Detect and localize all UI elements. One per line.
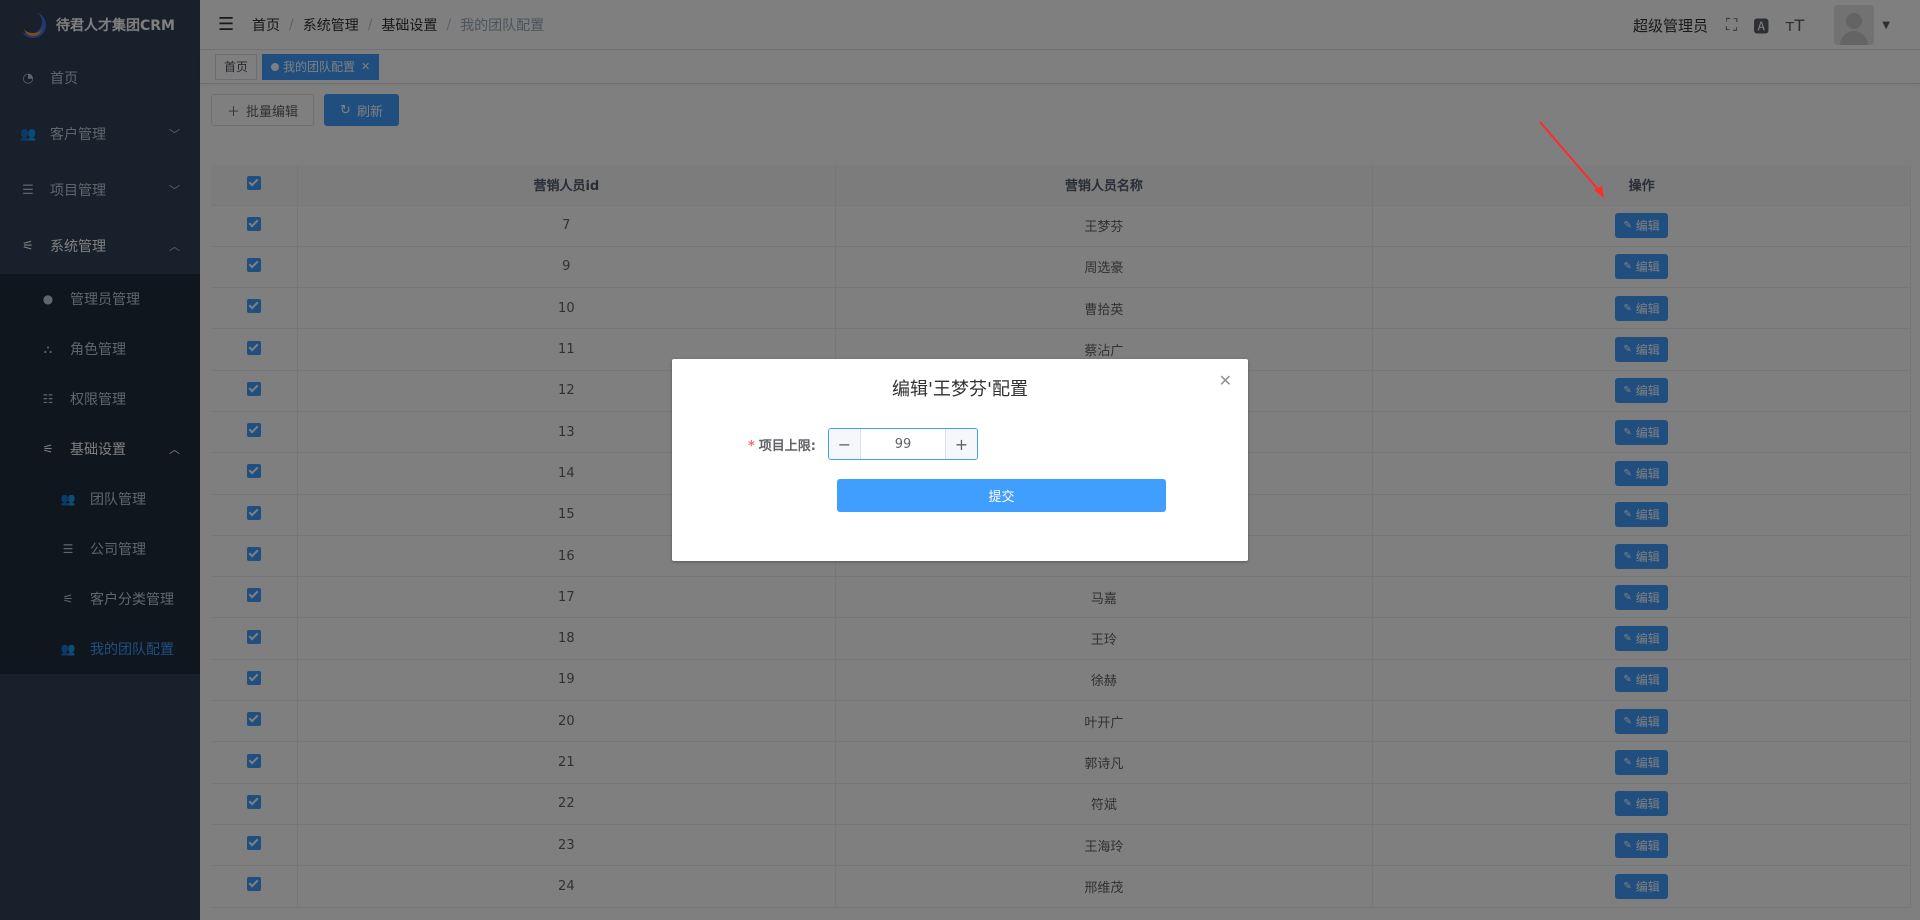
project-limit-row: * 项目上限: − 99 +: [672, 428, 1248, 460]
project-limit-stepper[interactable]: − 99 +: [828, 428, 978, 460]
close-icon[interactable]: ✕: [1219, 371, 1232, 390]
decrement-button[interactable]: −: [829, 429, 861, 459]
project-limit-label: * 项目上限:: [747, 438, 816, 454]
dialog-title: 编辑'王梦芬'配置: [892, 379, 1028, 400]
project-limit-input[interactable]: 99: [861, 437, 945, 452]
edit-dialog: 编辑'王梦芬'配置 ✕ * 项目上限: − 99 + 提交: [672, 359, 1248, 561]
submit-button[interactable]: 提交: [837, 479, 1166, 512]
increment-button[interactable]: +: [945, 429, 977, 459]
annotation-arrow-icon: [1539, 121, 1604, 198]
